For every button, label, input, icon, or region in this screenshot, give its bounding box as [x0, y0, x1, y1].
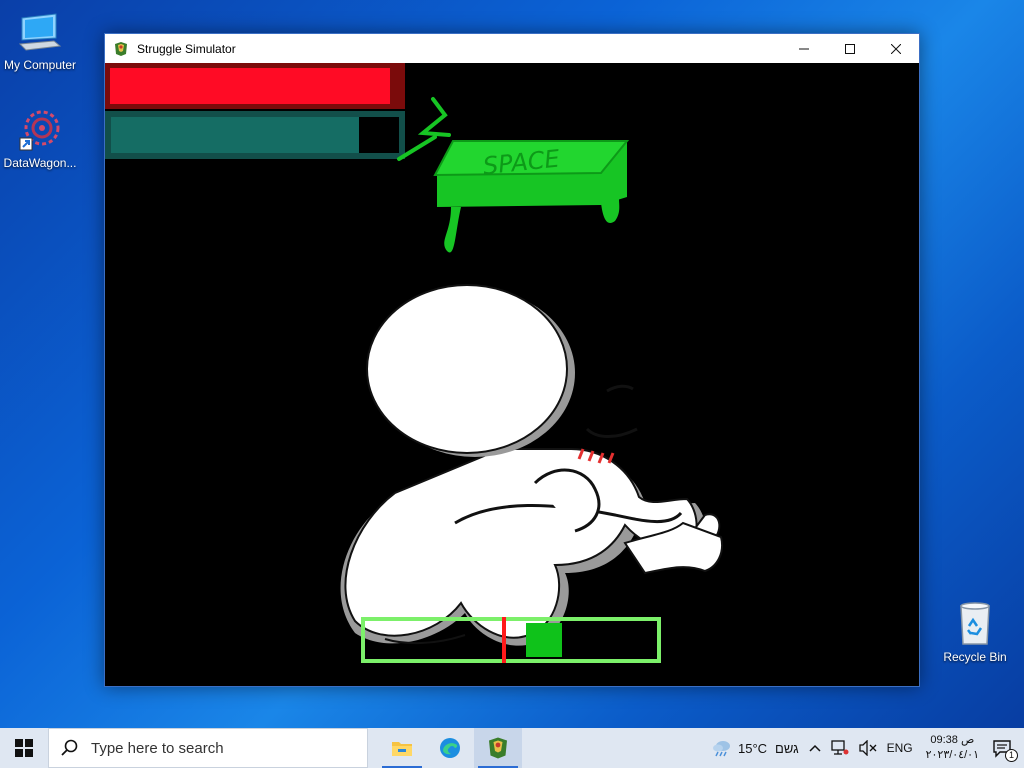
recycle-bin-icon [951, 600, 999, 648]
network-icon [830, 740, 849, 755]
stamina-bar [105, 111, 405, 159]
edge-icon [440, 738, 460, 758]
window-title: Struggle Simulator [137, 41, 236, 56]
chevron-up-icon [809, 744, 821, 752]
close-icon [891, 43, 901, 54]
clock-time: 09:38 ص [930, 734, 975, 746]
computer-icon [16, 8, 64, 56]
language-indicator[interactable]: ENG [887, 741, 913, 755]
title-bar[interactable]: Struggle Simulator [105, 34, 919, 63]
weather-widget[interactable]: 15°C גשם [712, 739, 799, 757]
notification-count: 1 [1005, 749, 1018, 762]
desktop-icon-datawagon[interactable]: DataWagon... [0, 106, 80, 170]
weather-temperature: 15°C [738, 740, 768, 756]
clock-date: ٢٠٢٣/٠٤/٠١ [925, 749, 979, 761]
timing-bar [361, 617, 661, 663]
struggle-simulator-icon [489, 737, 507, 759]
maximize-button[interactable] [827, 34, 873, 63]
health-bar [105, 63, 405, 109]
start-button[interactable] [0, 728, 48, 768]
desktop-icon-label: My Computer [3, 58, 77, 72]
weather-condition: גשם [775, 740, 799, 756]
rain-cloud-icon [713, 741, 730, 757]
show-hidden-icons-button[interactable] [809, 744, 821, 752]
system-tray: 15°C גשם ENG 09:38 ص ٢٠٢٣/٠٤/٠١ 1 [707, 728, 1024, 768]
app-window: Struggle Simulator SPACE [104, 33, 920, 687]
taskbar-struggle-simulator[interactable] [474, 728, 522, 768]
search-placeholder: Type here to search [91, 739, 224, 757]
desktop-icon-recycle-bin[interactable]: Recycle Bin [935, 600, 1015, 664]
minimize-icon [799, 48, 809, 49]
stamina-bar-fill [111, 117, 359, 153]
datawagon-icon [16, 106, 64, 154]
taskbar-file-explorer[interactable] [378, 728, 426, 768]
desktop-icon-label: Recycle Bin [943, 650, 1007, 664]
notification-center-button[interactable]: 1 [992, 738, 1018, 762]
taskbar: Type here to search 15°C גשם ENG 09:38 ص… [0, 728, 1024, 768]
desktop-icon-label: DataWagon... [3, 156, 77, 170]
file-explorer-icon [392, 742, 412, 756]
volume-button[interactable] [858, 740, 877, 756]
maximize-icon [845, 43, 855, 54]
game-canvas[interactable]: SPACE [105, 63, 919, 686]
app-icon [115, 41, 127, 56]
game-character [340, 284, 723, 646]
taskbar-search[interactable]: Type here to search [48, 728, 368, 768]
desktop-icon-my-computer[interactable]: My Computer [0, 8, 80, 72]
volume-muted-icon [858, 740, 877, 756]
search-icon [61, 739, 78, 756]
close-button[interactable] [873, 34, 919, 63]
windows-logo-icon [15, 739, 33, 757]
space-key-prompt: SPACE [397, 97, 630, 253]
clock[interactable]: 09:38 ص ٢٠٢٣/٠٤/٠١ [926, 733, 979, 763]
timing-cursor [502, 617, 507, 663]
timing-target-zone [525, 623, 563, 657]
network-button[interactable] [830, 740, 849, 756]
minimize-button[interactable] [781, 34, 827, 63]
taskbar-edge[interactable] [426, 728, 474, 768]
health-bar-fill [110, 68, 390, 104]
